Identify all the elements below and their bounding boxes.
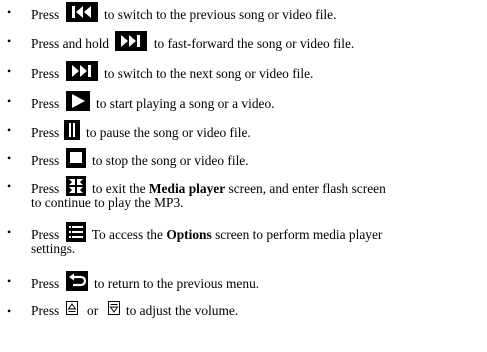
- options-term: Options: [166, 227, 212, 243]
- volume-up-icon: [65, 301, 78, 319]
- item-text-pre: Press: [31, 227, 60, 243]
- item-text-pre: Press: [31, 153, 60, 169]
- previous-track-icon: [65, 2, 98, 26]
- item-text-pre: Press: [31, 303, 60, 319]
- back-return-icon: [65, 271, 88, 295]
- item-text-post: to return to the previous menu.: [94, 276, 260, 292]
- item-text-post: to adjust the volume.: [125, 303, 239, 319]
- stop-icon: [65, 148, 86, 172]
- item-text-mid: or: [87, 303, 99, 319]
- item-text-pre: Press: [31, 125, 60, 141]
- item-text-pre: Press: [31, 96, 60, 112]
- item-text-continued: to continue to play the MP3.: [31, 195, 184, 210]
- item-text-post: to pause the song or video file.: [86, 125, 251, 141]
- next-track-icon: [65, 61, 98, 85]
- item-text-post: to start playing a song or a video.: [96, 96, 275, 112]
- item-text-pre: Press: [31, 181, 60, 197]
- item-text-post: to stop the song or video file.: [92, 153, 249, 169]
- bullet: •: [7, 304, 12, 318]
- item-text-post: To access the: [91, 227, 163, 243]
- bullet: •: [7, 274, 12, 288]
- item-text-pre: Press: [31, 276, 60, 292]
- bullet: •: [7, 94, 12, 108]
- item-text-post: to exit the: [92, 181, 146, 197]
- item-text-post: to switch to the next song or video file…: [104, 66, 314, 82]
- item-text-post: to switch to the previous song or video …: [104, 7, 337, 23]
- bullet: •: [7, 225, 12, 239]
- bullet: •: [7, 64, 12, 78]
- item-text-pre: Press: [31, 7, 60, 23]
- item-text-pre: Press: [31, 66, 60, 82]
- bullet: •: [7, 151, 12, 165]
- bullet: •: [7, 179, 12, 193]
- item-text-pre: Press and hold: [31, 36, 110, 52]
- fast-forward-icon: [115, 31, 148, 55]
- bullet: •: [7, 34, 12, 48]
- play-icon: [65, 91, 90, 115]
- item-text-post: screen, and enter flash screen: [228, 181, 386, 197]
- volume-down-icon: [107, 301, 120, 319]
- bullet: •: [7, 123, 12, 137]
- pause-icon: [63, 120, 80, 144]
- media-player-term: Media player: [148, 181, 226, 197]
- bullet: •: [7, 5, 12, 19]
- item-text-post: to fast-forward the song or video file.: [153, 36, 355, 52]
- item-text-continued: settings.: [31, 241, 76, 256]
- item-text-post: screen to perform media player: [215, 227, 383, 243]
